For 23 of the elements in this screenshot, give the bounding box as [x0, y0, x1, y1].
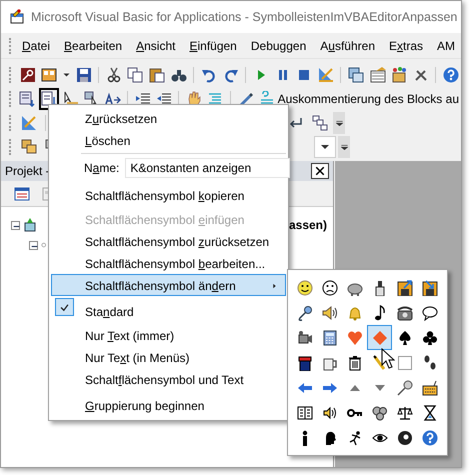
- field-label: Name:: [84, 160, 120, 177]
- menu-item[interactable]: Löschen: [51, 129, 286, 151]
- menu-item[interactable]: Extras: [382, 34, 430, 56]
- menu-item[interactable]: Schaltflächensymbol und Text: [51, 368, 286, 390]
- menu-item[interactable]: Zurücksetzen: [51, 107, 286, 129]
- menu-item[interactable]: Ausführen: [313, 34, 382, 56]
- menu-item[interactable]: Schaltflächensymbol bearbeiten...: [51, 252, 286, 274]
- menu-item[interactable]: Nur Text (in Menüs): [51, 346, 286, 368]
- menu-item[interactable]: Nur Text (immer): [51, 324, 286, 346]
- menu-item[interactable]: Gruppierung beginnen: [51, 390, 286, 418]
- menu-item[interactable]: Bearbeiten: [57, 34, 130, 56]
- menu-item[interactable]: Schaltflächensymbol ändern: [51, 274, 286, 296]
- name-field[interactable]: K&onstanten anzeigen: [125, 158, 290, 178]
- window-title: Microsoft Visual Basic for Applications - SymbolleistenImVBAEditorAnpassen: [31, 8, 458, 26]
- menu-item[interactable]: Datei: [15, 34, 58, 56]
- tree-item[interactable]: assen): [288, 216, 327, 234]
- menu-item[interactable]: AM: [430, 34, 461, 56]
- menu-item[interactable]: Schaltflächensymbol kopieren: [51, 180, 286, 208]
- menu-item[interactable]: Schaltflächensymbol zurücksetzen: [51, 230, 286, 252]
- menu-item[interactable]: Einfügen: [182, 34, 244, 56]
- menu-item[interactable]: Ansicht: [129, 34, 182, 56]
- menu-item[interactable]: Standard: [51, 296, 286, 324]
- menu-item[interactable]: Debuggen: [244, 34, 314, 56]
